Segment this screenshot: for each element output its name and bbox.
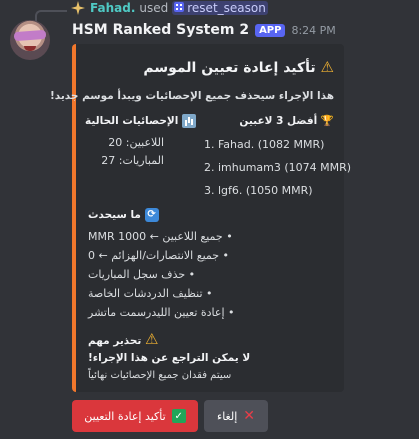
message-timestamp: 8:24 PM xyxy=(291,23,336,37)
field-top-players-label: أفضل 3 لاعبين xyxy=(239,115,318,127)
check-icon: ✓ xyxy=(171,409,186,423)
will-happen-line-2: • جميع الانتصارات/الهزائم ← 0 xyxy=(88,249,230,262)
top-player-1: 1. Fahad. (1082 MMR) xyxy=(204,138,325,151)
stat-players: اللاعبين: 20 xyxy=(108,136,164,149)
field-warning-name: تحذير مهم ⚠ xyxy=(88,330,158,348)
confirm-reset-button[interactable]: ✓ تأكيد إعادة التعيين xyxy=(72,400,198,432)
field-will-happen-label: ما سيحدث xyxy=(88,209,141,221)
cycle-icon: ⟳ xyxy=(144,208,159,222)
field-current-stats-label: الإحصائيات الحالية xyxy=(85,115,179,127)
will-happen-line-3: • حذف سجل المباريات xyxy=(88,268,196,281)
will-happen-line-5: • إعادة تعيين الليدرسمت ماتشر xyxy=(88,306,235,319)
embed-card: ⚠ تأكيد إعادة تعيين الموسم هذا الإجراء س… xyxy=(50,44,351,392)
action-row: ✓ تأكيد إعادة التعيين ✕ إلغاء xyxy=(72,400,268,432)
field-will-happen-name: ما سيحدث ⟳ xyxy=(88,208,159,222)
will-happen-line-1: • جميع اللاعبين ← MMR 1000 xyxy=(88,230,233,243)
field-warning-label: تحذير مهم xyxy=(88,335,142,347)
confirm-reset-label: تأكيد إعادة التعيين xyxy=(84,409,166,423)
field-current-stats-name: الإحصائيات الحالية xyxy=(85,114,196,128)
bot-avatar[interactable] xyxy=(10,20,50,60)
cancel-button[interactable]: ✕ إلغاء xyxy=(204,400,268,432)
reply-used-text: used xyxy=(139,1,169,15)
field-top-players-name: 🏆 أفضل 3 لاعبين xyxy=(239,114,334,127)
warning-line: سيتم فقدان جميع الإحصائيات نهائياً xyxy=(88,370,232,381)
message-header: HSM Ranked System 2 APP 8:24 PM xyxy=(72,22,336,38)
top-player-3: 3. lgf6. (1050 MMR) xyxy=(204,184,313,197)
reply-command-name: reset_season xyxy=(187,1,266,15)
embed-title: ⚠ تأكيد إعادة تعيين الموسم xyxy=(143,58,334,76)
top-player-2: 2. imhumam3 (1074 MMR) xyxy=(204,161,352,174)
cancel-label: إلغاء xyxy=(217,409,238,423)
reply-command[interactable]: reset_season xyxy=(172,1,268,15)
warning-icon: ⚠ xyxy=(145,330,159,348)
stat-matches: المباريات: 27 xyxy=(101,154,164,167)
embed-description: هذا الإجراء سيحذف جميع الإحصائيات ويبدأ … xyxy=(49,90,334,102)
reply-username[interactable]: Fahad. xyxy=(90,1,135,15)
sparkle-user-icon xyxy=(70,0,86,16)
x-icon: ✕ xyxy=(243,408,255,424)
app-tag: APP xyxy=(255,23,286,37)
slash-command-icon xyxy=(174,1,185,15)
warning-bold-line: لا يمكن التراجع عن هذا الإجراء! xyxy=(88,352,251,364)
bot-name[interactable]: HSM Ranked System 2 xyxy=(72,22,249,38)
warning-icon: ⚠ xyxy=(320,58,334,76)
bar-chart-icon xyxy=(182,114,196,128)
will-happen-line-4: • تنظيف الدردشات الخاصة xyxy=(88,287,213,300)
embed-title-text: تأكيد إعادة تعيين الموسم xyxy=(143,60,316,76)
trophy-icon: 🏆 xyxy=(320,115,334,127)
command-reply-bar[interactable]: Fahad. used reset_season xyxy=(70,0,268,16)
